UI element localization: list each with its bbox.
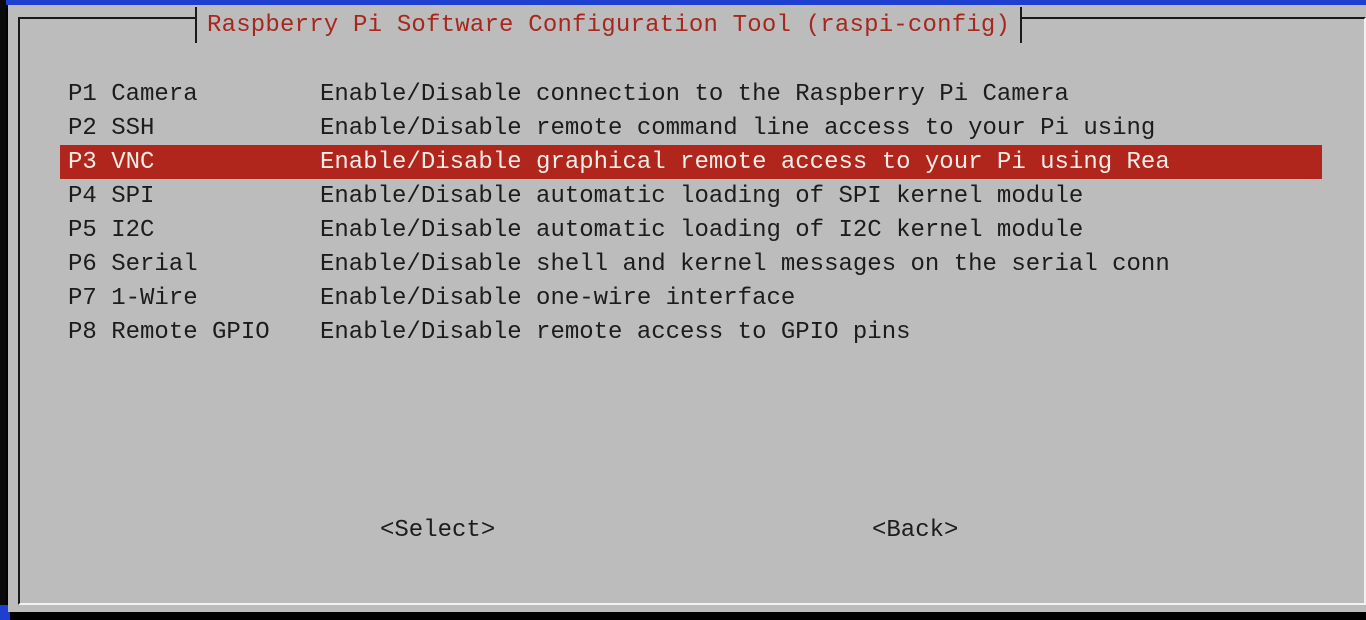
dialog-title: Raspberry Pi Software Configuration Tool… [207,11,1011,39]
menu-item-p1-camera[interactable]: P1 Camera Enable/Disable connection to t… [60,77,1322,111]
dialog-title-box: Raspberry Pi Software Configuration Tool… [195,7,1023,43]
menu-item-p7-1-wire[interactable]: P7 1-Wire Enable/Disable one-wire interf… [60,281,1322,315]
dialog-buttons: <Select> <Back> [8,517,1366,553]
raspi-config-dialog: Raspberry Pi Software Configuration Tool… [8,5,1366,612]
menu-item-p2-ssh[interactable]: P2 SSH Enable/Disable remote command lin… [60,111,1322,145]
menu-item-p4-spi[interactable]: P4 SPI Enable/Disable automatic loading … [60,179,1322,213]
menu-item-description: Enable/Disable graphical remote access t… [320,148,1170,176]
menu-item-p6-serial[interactable]: P6 Serial Enable/Disable shell and kerne… [60,247,1322,281]
menu-item-key: P1 Camera [68,80,198,108]
back-button[interactable]: <Back> [872,517,958,544]
menu-item-p5-i2c[interactable]: P5 I2C Enable/Disable automatic loading … [60,213,1322,247]
menu-item-p3-vnc[interactable]: P3 VNC Enable/Disable graphical remote a… [60,145,1322,179]
menu-item-description: Enable/Disable one-wire interface [320,284,796,312]
menu-item-description: Enable/Disable remote access to GPIO pin… [320,318,911,346]
menu-item-p8-remote-gpio[interactable]: P8 Remote GPIO Enable/Disable remote acc… [60,315,1322,349]
menu-item-description: Enable/Disable remote command line acces… [320,114,1156,142]
menu-item-description: Enable/Disable shell and kernel messages… [320,250,1170,278]
menu-item-description: Enable/Disable automatic loading of I2C … [320,216,1084,244]
menu-item-description: Enable/Disable connection to the Raspber… [320,80,1069,108]
menu-item-key: P8 Remote GPIO [68,318,270,346]
menu-item-key: P3 VNC [68,148,155,176]
menu-item-key: P6 Serial [68,250,198,278]
select-button[interactable]: <Select> [380,517,495,544]
menu-item-description: Enable/Disable automatic loading of SPI … [320,182,1084,210]
options-menu: P1 Camera Enable/Disable connection to t… [60,77,1322,349]
menu-item-key: P5 I2C [68,216,155,244]
terminal-left-edge [0,0,6,620]
menu-item-key: P2 SSH [68,114,155,142]
menu-item-key: P4 SPI [68,182,155,210]
menu-item-key: P7 1-Wire [68,284,198,312]
